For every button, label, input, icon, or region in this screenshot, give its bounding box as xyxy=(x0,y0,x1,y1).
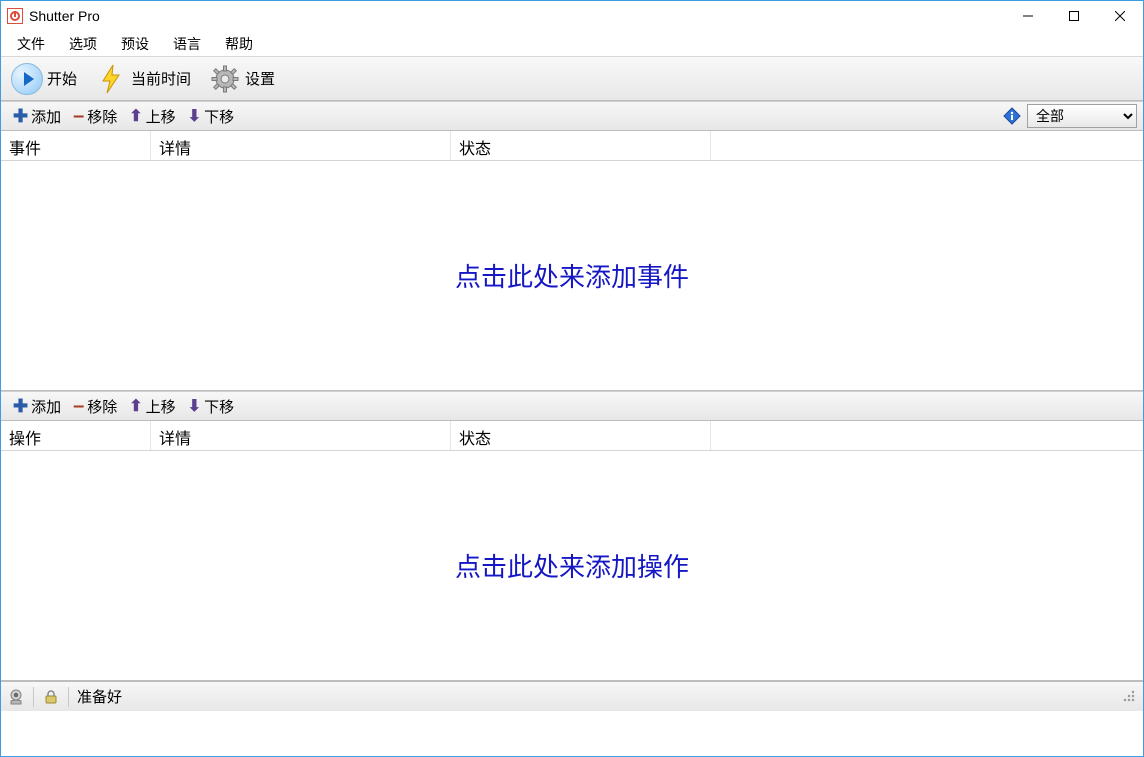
settings-label: 设置 xyxy=(245,68,275,89)
events-header-status[interactable]: 状态 xyxy=(451,131,711,160)
plus-icon: ✚ xyxy=(13,106,28,127)
events-placeholder[interactable]: 点击此处来添加事件 xyxy=(455,257,689,294)
events-movedown-button[interactable]: ⬇ 下移 xyxy=(182,104,240,129)
actions-moveup-button[interactable]: ⬆ 上移 xyxy=(123,394,181,419)
actions-toolbar: ✚ 添加 – 移除 ⬆ 上移 ⬇ 下移 xyxy=(1,391,1143,421)
arrow-down-icon: ⬇ xyxy=(188,396,201,416)
app-icon xyxy=(7,8,23,24)
statusbar: 准备好 xyxy=(1,681,1143,711)
menu-presets[interactable]: 预设 xyxy=(109,31,161,57)
menu-file[interactable]: 文件 xyxy=(5,31,57,57)
actions-movedown-button[interactable]: ⬇ 下移 xyxy=(182,394,240,419)
lock-icon[interactable] xyxy=(42,688,60,706)
actions-grid-body[interactable]: 点击此处来添加操作 xyxy=(1,451,1143,681)
actions-moveup-label: 上移 xyxy=(146,396,176,417)
actions-movedown-label: 下移 xyxy=(204,396,234,417)
events-toolbar: ✚ 添加 – 移除 ⬆ 上移 ⬇ 下移 全部 xyxy=(1,101,1143,131)
resize-grip[interactable] xyxy=(1123,690,1137,704)
main-toolbar: 开始 当前时间 设置 xyxy=(1,57,1143,101)
actions-header-action[interactable]: 操作 xyxy=(1,421,151,450)
events-header-blank xyxy=(711,131,1143,160)
minus-icon: – xyxy=(73,111,84,121)
actions-remove-label: 移除 xyxy=(87,396,117,417)
actions-add-label: 添加 xyxy=(31,396,61,417)
events-add-label: 添加 xyxy=(31,106,61,127)
arrow-up-icon: ⬆ xyxy=(129,396,142,416)
plus-icon: ✚ xyxy=(13,396,28,417)
events-remove-label: 移除 xyxy=(87,106,117,127)
events-grid-header: 事件 详情 状态 xyxy=(1,131,1143,161)
arrow-up-icon: ⬆ xyxy=(129,106,142,126)
start-label: 开始 xyxy=(47,68,77,89)
info-icon[interactable] xyxy=(1003,107,1021,125)
events-movedown-label: 下移 xyxy=(204,106,234,127)
events-moveup-label: 上移 xyxy=(146,106,176,127)
settings-button[interactable]: 设置 xyxy=(205,61,279,97)
minus-icon: – xyxy=(73,401,84,411)
actions-placeholder[interactable]: 点击此处来添加操作 xyxy=(455,547,689,584)
maximize-button[interactable] xyxy=(1051,1,1097,31)
status-text: 准备好 xyxy=(77,686,122,707)
minimize-button[interactable] xyxy=(1005,1,1051,31)
actions-header-details[interactable]: 详情 xyxy=(151,421,451,450)
current-time-button[interactable]: 当前时间 xyxy=(91,61,195,97)
start-button[interactable]: 开始 xyxy=(7,61,81,97)
play-icon xyxy=(11,63,43,95)
actions-grid-header: 操作 详情 状态 xyxy=(1,421,1143,451)
actions-remove-button[interactable]: – 移除 xyxy=(67,394,123,419)
gear-icon xyxy=(209,63,241,95)
events-header-details[interactable]: 详情 xyxy=(151,131,451,160)
separator xyxy=(68,687,69,707)
events-grid-body[interactable]: 点击此处来添加事件 xyxy=(1,161,1143,391)
titlebar: Shutter Pro xyxy=(1,1,1143,31)
actions-add-button[interactable]: ✚ 添加 xyxy=(7,394,67,419)
actions-section: ✚ 添加 – 移除 ⬆ 上移 ⬇ 下移 操作 详情 状态 点击此处来添加操作 xyxy=(1,391,1143,681)
events-filter-select[interactable]: 全部 xyxy=(1027,104,1137,128)
arrow-down-icon: ⬇ xyxy=(188,106,201,126)
events-header-event[interactable]: 事件 xyxy=(1,131,151,160)
webcam-icon[interactable] xyxy=(7,688,25,706)
events-remove-button[interactable]: – 移除 xyxy=(67,104,123,129)
close-button[interactable] xyxy=(1097,1,1143,31)
menu-options[interactable]: 选项 xyxy=(57,31,109,57)
menu-help[interactable]: 帮助 xyxy=(213,31,265,57)
separator xyxy=(33,687,34,707)
events-section: ✚ 添加 – 移除 ⬆ 上移 ⬇ 下移 全部 事件 详情 状态 点击此处来添加事… xyxy=(1,101,1143,391)
window-title: Shutter Pro xyxy=(29,8,100,24)
bolt-icon xyxy=(95,63,127,95)
menubar: 文件 选项 预设 语言 帮助 xyxy=(1,31,1143,57)
actions-header-blank xyxy=(711,421,1143,450)
actions-header-status[interactable]: 状态 xyxy=(451,421,711,450)
menu-language[interactable]: 语言 xyxy=(161,31,213,57)
events-moveup-button[interactable]: ⬆ 上移 xyxy=(123,104,181,129)
events-add-button[interactable]: ✚ 添加 xyxy=(7,104,67,129)
current-time-label: 当前时间 xyxy=(131,68,191,89)
